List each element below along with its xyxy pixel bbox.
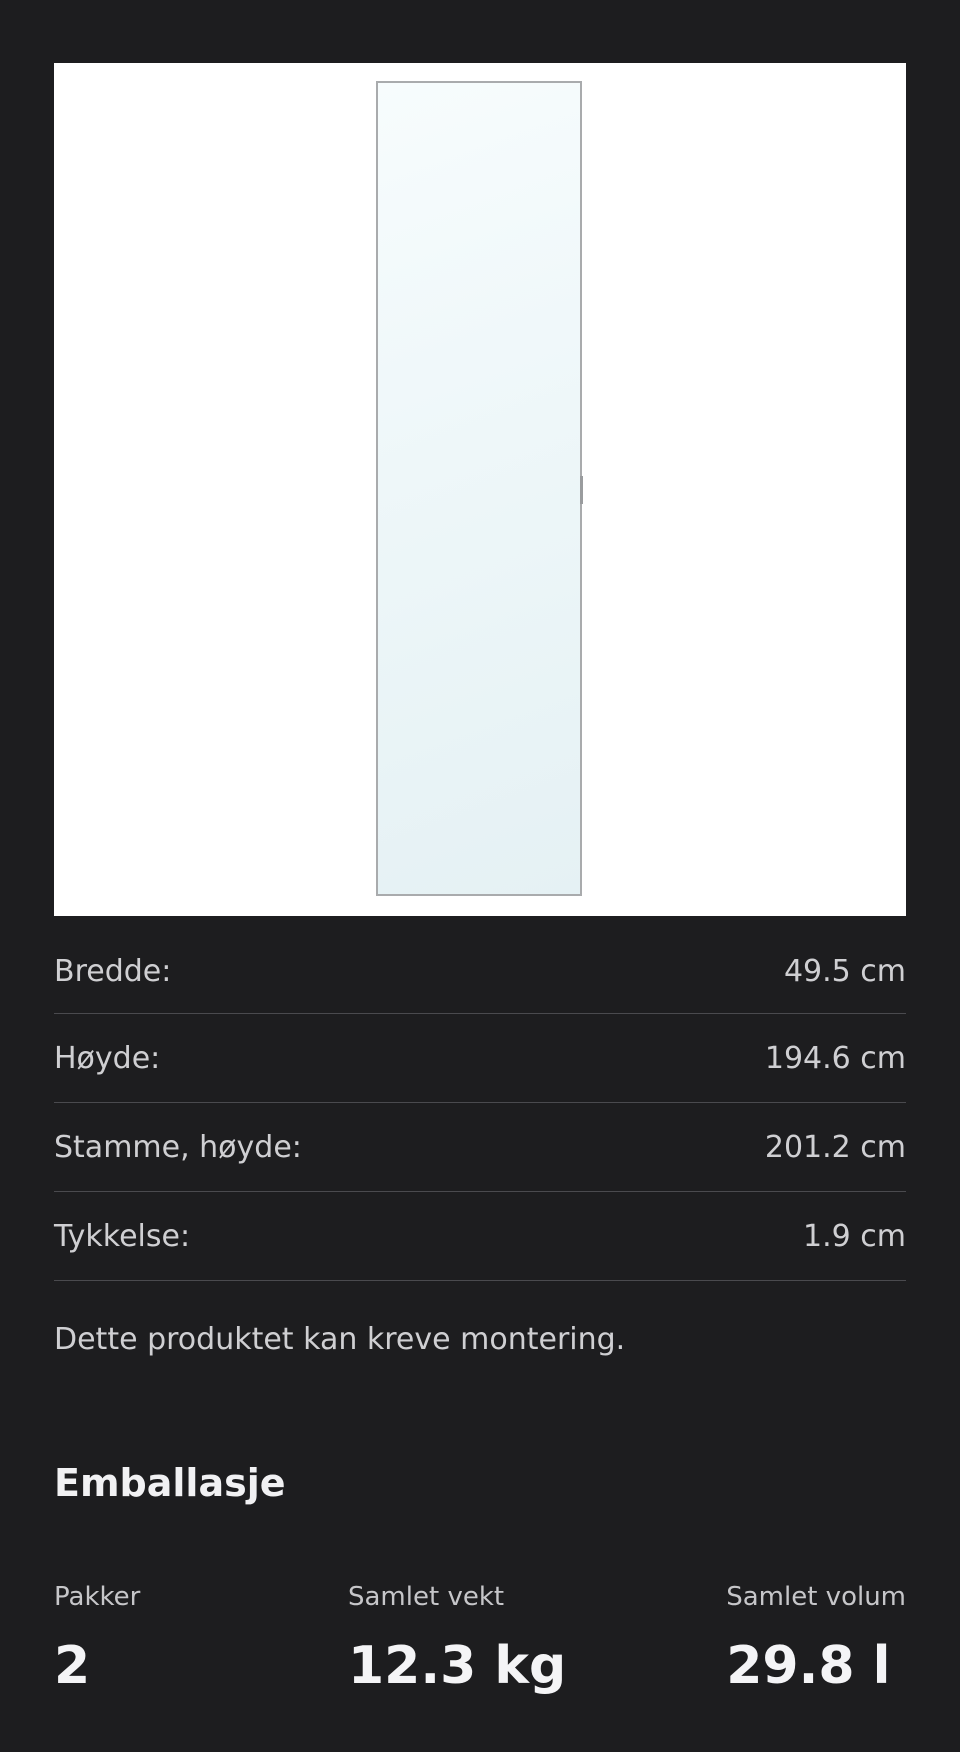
packaging-label: Pakker (54, 1582, 141, 1612)
packaging-label: Samlet vekt (348, 1582, 505, 1612)
dimension-value: 49.5 cm (783, 954, 906, 989)
dimension-value: 194.6 cm (764, 1040, 906, 1076)
dimension-label: Bredde: (54, 954, 172, 989)
packaging-label: Samlet volum (726, 1582, 906, 1612)
packaging-weight: Samlet vekt 12.3 kg (348, 1582, 566, 1696)
mirror-door-illustration (376, 81, 583, 896)
product-image[interactable] (54, 63, 906, 916)
dimensions-list: Bredde: 49.5 cm Høyde: 194.6 cm Stamme, … (54, 930, 906, 1281)
packaging-volume: Samlet volum 29.8 l (726, 1582, 906, 1696)
dimension-row-frame-height: Stamme, høyde: 201.2 cm (54, 1103, 906, 1192)
dimension-label: Høyde: (54, 1040, 161, 1076)
dimension-row-thickness: Tykkelse: 1.9 cm (54, 1192, 906, 1281)
dimension-label: Tykkelse: (54, 1218, 191, 1254)
packaging-value: 29.8 l (726, 1636, 891, 1696)
dimension-row-height: Høyde: 194.6 cm (54, 1014, 906, 1103)
packaging-heading: Emballasje (54, 1461, 286, 1505)
product-details-page: Bredde: 49.5 cm Høyde: 194.6 cm Stamme, … (0, 0, 960, 1752)
dimension-label: Stamme, høyde: (54, 1129, 302, 1165)
dimension-value: 201.2 cm (764, 1129, 906, 1165)
packaging-value: 2 (54, 1636, 91, 1696)
packaging-value: 12.3 kg (348, 1636, 567, 1696)
assembly-note: Dette produktet kan kreve montering. (54, 1322, 626, 1357)
dimension-row-width: Bredde: 49.5 cm (54, 930, 906, 1014)
packaging-packages: Pakker 2 (54, 1582, 140, 1696)
door-hinge (580, 476, 583, 504)
dimension-value: 1.9 cm (803, 1218, 906, 1254)
